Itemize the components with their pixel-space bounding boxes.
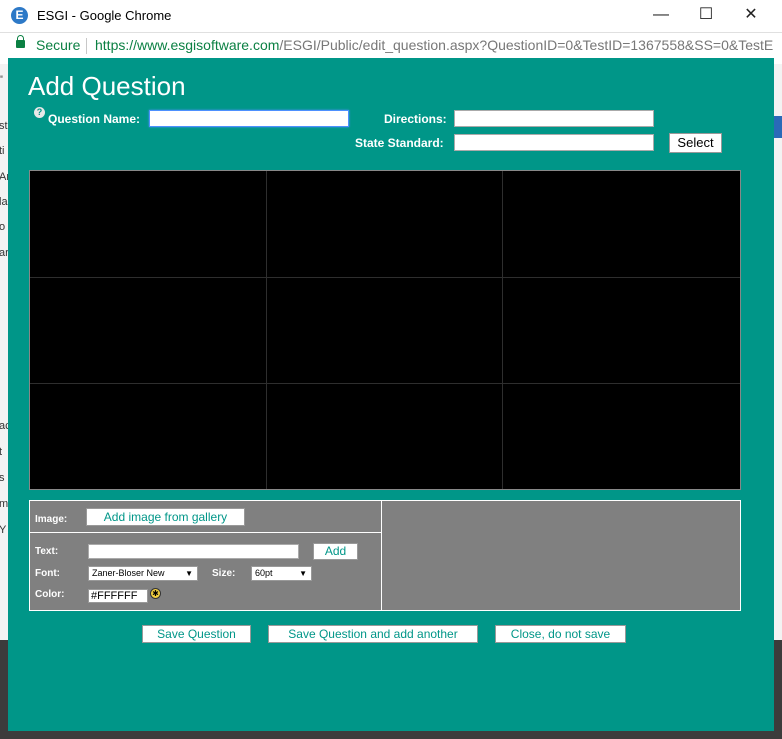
tools-divider <box>30 532 381 533</box>
maximize-button[interactable]: ☐ <box>683 0 729 32</box>
chrome-popup-window: E ESGI - Google Chrome — ☐ ✕ Secure http… <box>0 0 782 739</box>
save-and-add-another-button[interactable]: Save Question and add another <box>268 625 478 643</box>
lock-icon <box>16 35 25 48</box>
add-text-button[interactable]: Add <box>313 543 358 560</box>
state-standard-label: State Standard: <box>355 136 444 150</box>
address-bar[interactable]: Secure https://www.esgisoftware.com/ESGI… <box>0 33 782 58</box>
close-do-not-save-button[interactable]: Close, do not save <box>495 625 626 643</box>
question-name-label: Question Name: <box>48 112 141 126</box>
color-input[interactable]: #FFFFFF <box>88 589 148 603</box>
tools-panel: Image: Add image from gallery Text: Add … <box>29 500 741 611</box>
add-question-dialog: Add Question ? Question Name: Directions… <box>8 58 774 731</box>
text-input[interactable] <box>88 544 299 559</box>
chevron-down-icon: ▼ <box>299 569 307 578</box>
select-standard-button[interactable]: Select <box>669 133 722 153</box>
canvas-grid-line <box>502 171 503 489</box>
directions-label: Directions: <box>384 112 447 126</box>
url-text[interactable]: https://www.esgisoftware.com/ESGI/Public… <box>95 37 773 53</box>
size-select-value: 60pt <box>255 568 273 578</box>
canvas-grid-line <box>266 171 267 489</box>
question-canvas[interactable] <box>29 170 741 490</box>
title-bar: E ESGI - Google Chrome — ☐ ✕ <box>0 0 782 33</box>
secure-label: Secure <box>36 37 81 53</box>
close-window-button[interactable]: ✕ <box>728 0 774 32</box>
text-label: Text: <box>35 546 59 557</box>
save-question-button[interactable]: Save Question <box>142 625 251 643</box>
canvas-grid-line <box>30 277 740 278</box>
dialog-title: Add Question <box>28 71 186 101</box>
url-path: /ESGI/Public/edit_question.aspx?Question… <box>279 37 774 53</box>
add-image-from-gallery-button[interactable]: Add image from gallery <box>86 508 245 526</box>
help-icon[interactable]: ? <box>34 107 45 118</box>
window-title: ESGI - Google Chrome <box>37 8 172 23</box>
tools-left-section: Image: Add image from gallery Text: Add … <box>30 501 382 610</box>
url-origin: https://www.esgisoftware.com <box>95 37 280 53</box>
chevron-down-icon: ▼ <box>185 569 193 578</box>
esgi-app-icon: E <box>11 7 28 24</box>
font-label: Font: <box>35 568 60 579</box>
size-select[interactable]: 60pt ▼ <box>251 566 312 581</box>
color-label: Color: <box>35 589 65 600</box>
color-picker-icon[interactable]: ✱ <box>150 588 161 599</box>
font-select[interactable]: Zaner-Bloser New ▼ <box>88 566 198 581</box>
image-label: Image: <box>35 514 68 525</box>
minimize-button[interactable]: — <box>638 0 684 32</box>
question-name-input[interactable] <box>149 110 349 127</box>
font-select-value: Zaner-Bloser New <box>92 568 165 578</box>
size-label: Size: <box>212 568 236 579</box>
address-separator <box>86 38 87 54</box>
directions-input[interactable] <box>454 110 654 127</box>
canvas-grid-line <box>30 383 740 384</box>
state-standard-input[interactable] <box>454 134 654 151</box>
